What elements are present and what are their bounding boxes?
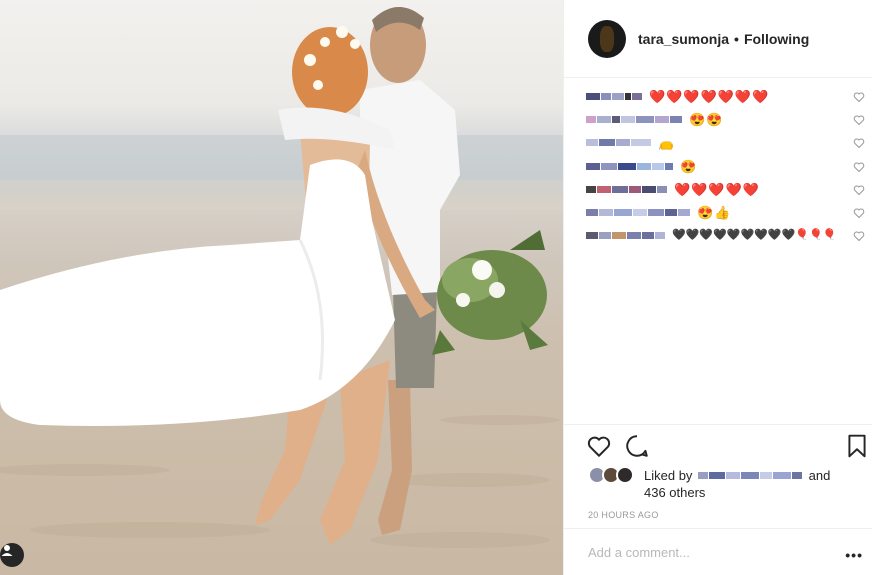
small-heart-icon[interactable] (853, 207, 865, 219)
small-heart-icon[interactable] (853, 91, 865, 103)
blurred-username[interactable] (586, 184, 668, 194)
bookmark-icon[interactable] (844, 433, 870, 459)
add-comment-bar: ••• (564, 528, 872, 575)
following-button[interactable]: Following (744, 31, 809, 47)
comment-item: 🖤🖤🖤🖤🖤🖤🖤🖤🖤🎈🎈🎈 (564, 224, 872, 247)
more-options-button[interactable]: ••• (845, 547, 863, 563)
comment-item: 😍😍 (564, 108, 872, 131)
likes-text: Liked by and 436 others (644, 467, 830, 501)
comment-item: 😍 (564, 155, 872, 178)
comment-text: 😍👍 (697, 205, 732, 221)
small-heart-icon[interactable] (853, 184, 865, 196)
liked-by-label: Liked by (644, 468, 693, 483)
blurred-username[interactable] (586, 231, 666, 241)
small-heart-icon[interactable] (853, 137, 865, 149)
author-line: tara_sumonja • Following (638, 31, 809, 47)
comment-text: ❤️❤️❤️❤️❤️ (674, 181, 760, 197)
comment-input[interactable] (588, 544, 828, 560)
blurred-username[interactable] (586, 138, 652, 148)
comment-text: 🖤🖤🖤🖤🖤🖤🖤🖤🖤🎈🎈🎈 (672, 229, 837, 242)
user-icon (1, 545, 13, 556)
comment-text: 😍😍 (689, 112, 724, 128)
comment-item: 👝 (564, 131, 872, 154)
post-photo (0, 0, 563, 575)
blurred-username[interactable] (586, 115, 683, 125)
comment-text: ❤️❤️❤️❤️❤️❤️❤️ (649, 89, 770, 105)
post-timestamp[interactable]: 20 HOURS AGO (588, 510, 659, 520)
comment-item: 😍👍 (564, 201, 872, 224)
blurred-username[interactable] (586, 208, 691, 218)
blurred-liker-name[interactable] (698, 472, 803, 481)
comment-text: 👝 (658, 135, 676, 151)
wedding-beach-photo (0, 6, 563, 548)
post-header: tara_sumonja • Following (564, 0, 872, 78)
author-username[interactable]: tara_sumonja (638, 31, 729, 47)
others-count[interactable]: 436 others (644, 485, 705, 500)
and-label: and (808, 468, 831, 483)
comment-list: ❤️❤️❤️❤️❤️❤️❤️ 😍😍 👝 😍 ❤️❤️❤️❤️❤️ 😍👍 🖤🖤🖤🖤… (564, 85, 872, 247)
likes-summary: Liked by and 436 others (588, 466, 848, 502)
heart-icon[interactable] (586, 433, 612, 459)
action-bar (564, 424, 872, 468)
comment-icon[interactable] (624, 433, 650, 459)
author-avatar[interactable] (588, 19, 626, 58)
small-heart-icon[interactable] (853, 161, 865, 173)
comment-item: ❤️❤️❤️❤️❤️❤️❤️ (564, 85, 872, 108)
blurred-username[interactable] (586, 92, 643, 102)
comment-item: ❤️❤️❤️❤️❤️ (564, 178, 872, 201)
small-heart-icon[interactable] (853, 114, 865, 126)
post-sidebar: tara_sumonja • Following ❤️❤️❤️❤️❤️❤️❤️ … (563, 0, 872, 575)
liker-avatars[interactable] (588, 466, 636, 484)
comment-text: 😍 (680, 158, 698, 174)
small-heart-icon[interactable] (853, 230, 865, 242)
blurred-username[interactable] (586, 161, 674, 171)
owner-badge[interactable] (0, 543, 24, 567)
separator-dot: • (734, 30, 739, 47)
